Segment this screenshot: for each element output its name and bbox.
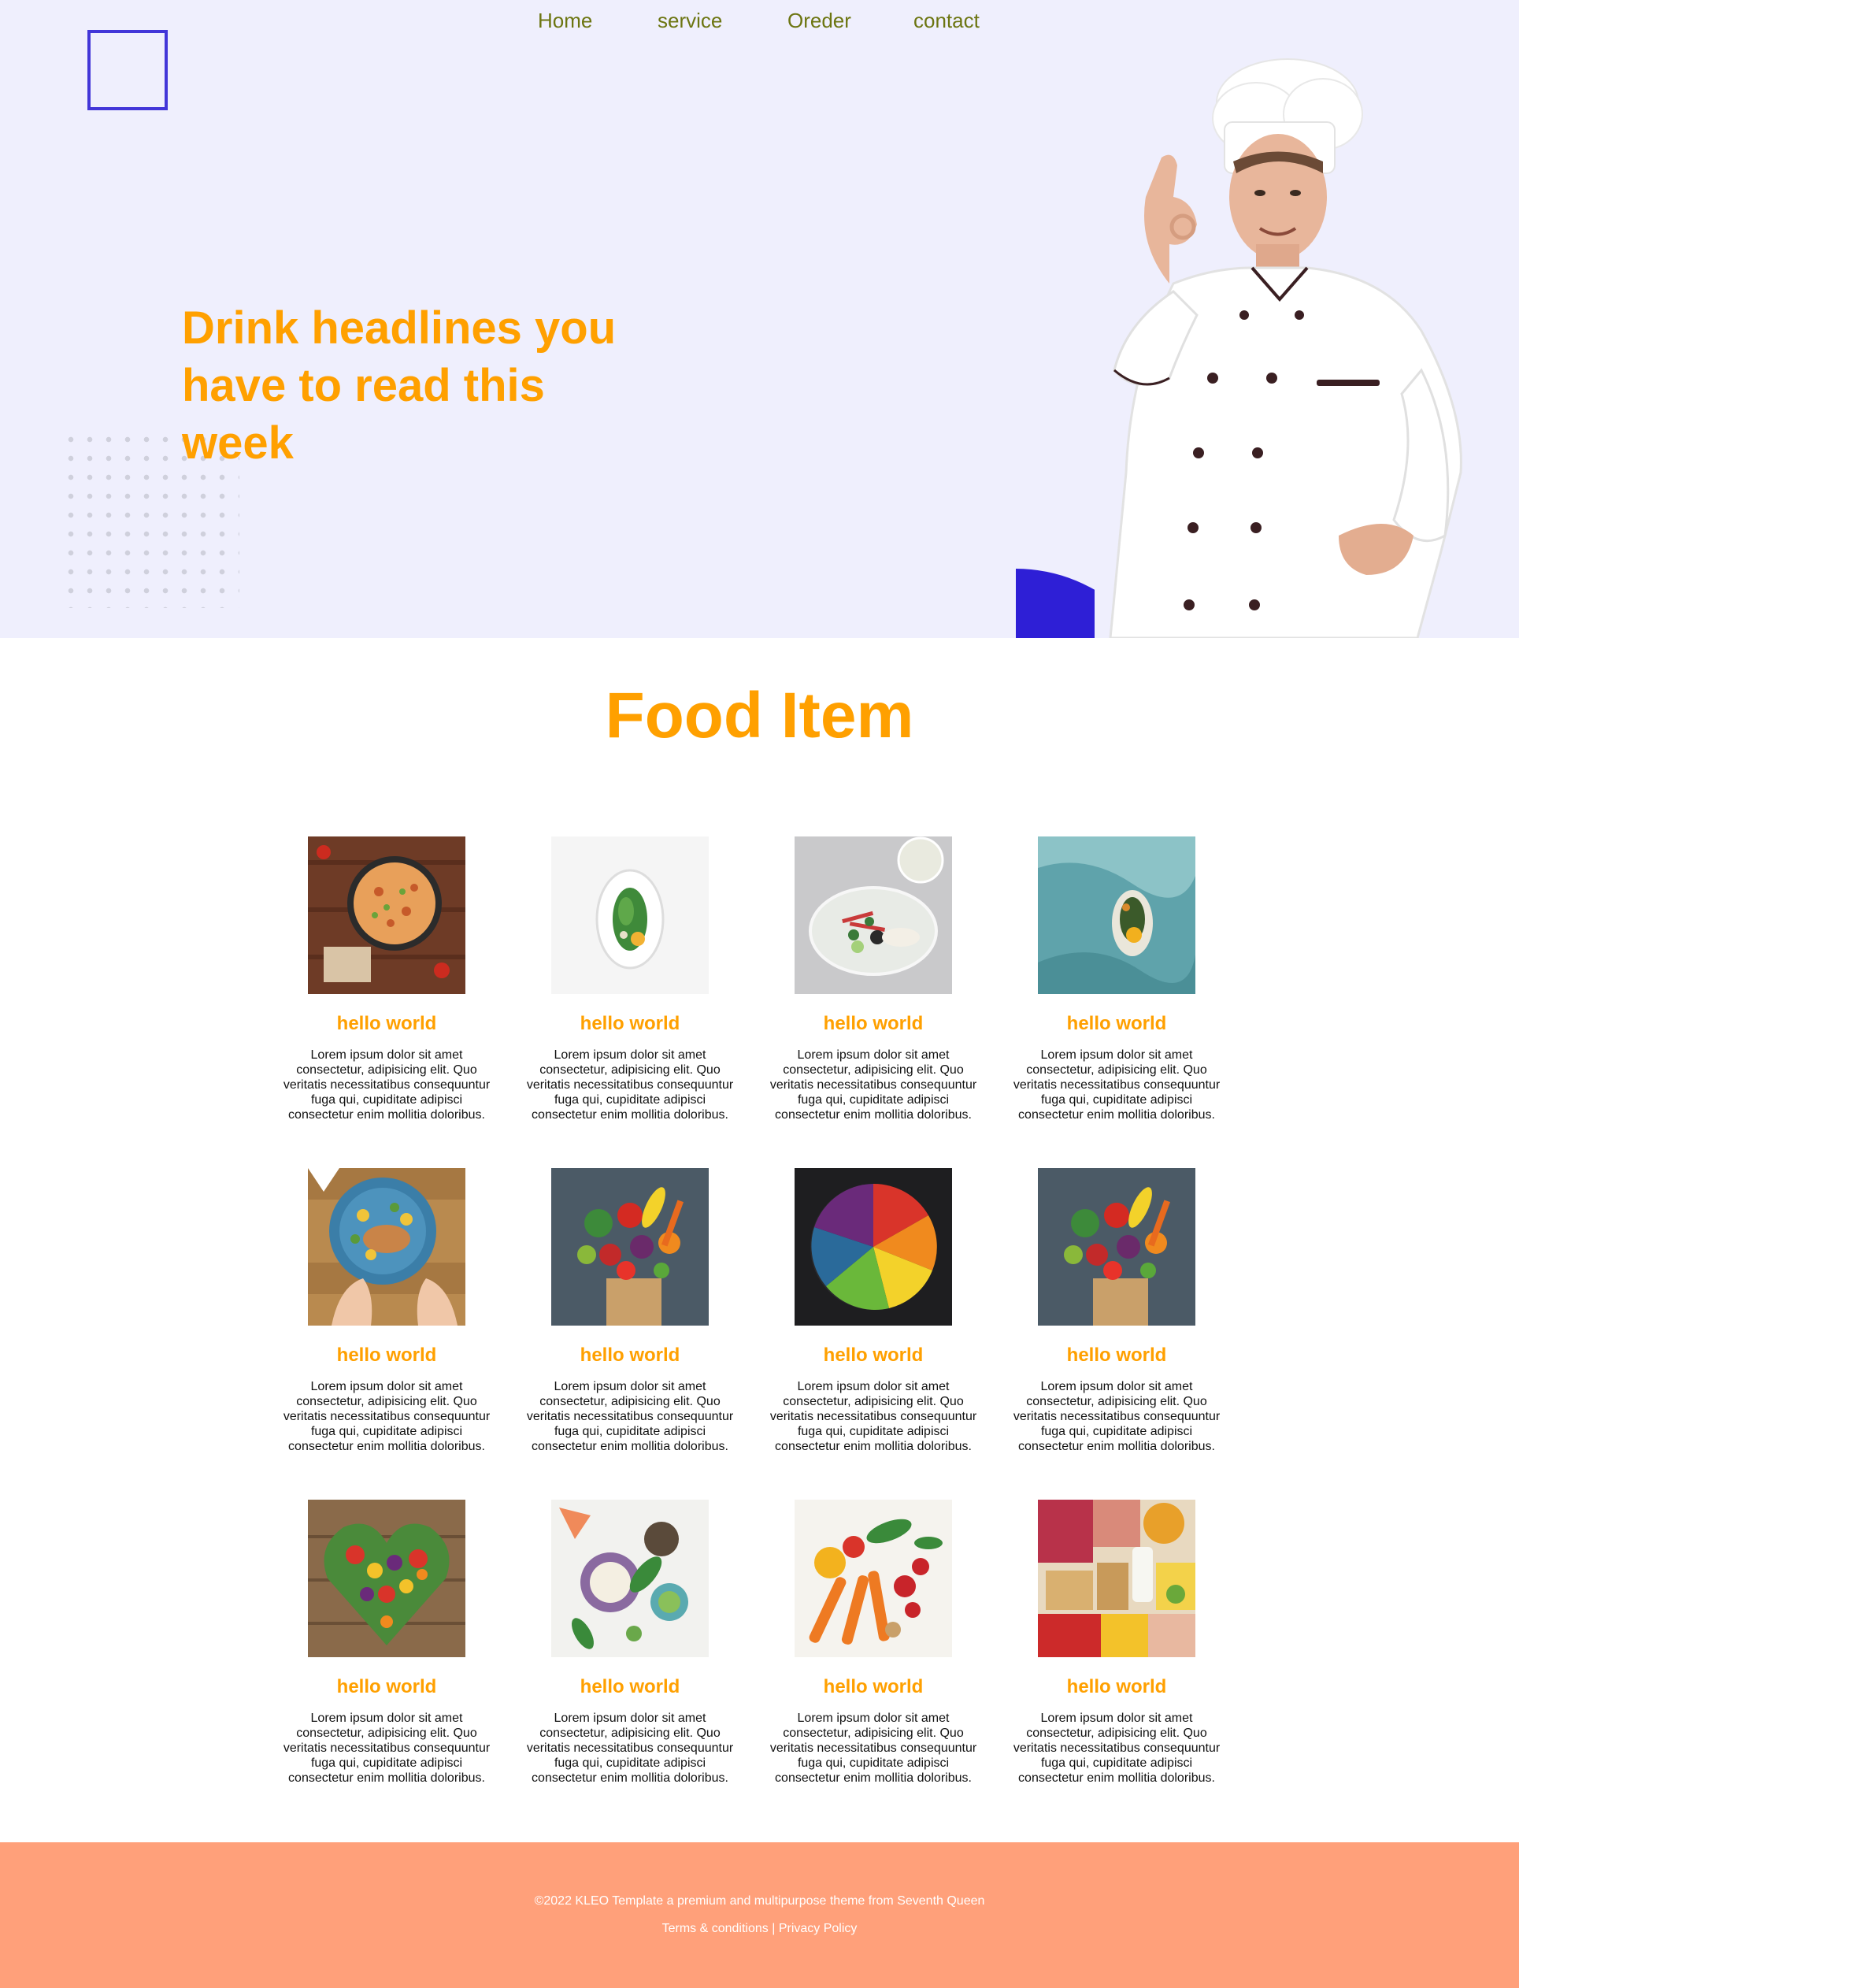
food-card-image [308,1500,465,1657]
food-card-image [551,836,709,994]
food-card-title: hello world [823,1676,924,1697]
food-card-image [308,836,465,994]
site-footer: ©2022 KLEO Template a premium and multip… [0,1842,1519,1988]
chef-illustration [1109,58,1462,638]
food-card-image [1038,1168,1195,1326]
food-card-image [1038,836,1195,994]
food-card-title: hello world [336,1013,437,1034]
food-card[interactable]: hello world Lorem ipsum dolor sit amet c… [767,1500,980,1786]
food-card-text: Lorem ipsum dolor sit amet consectetur, … [1013,1380,1221,1453]
food-card-text: Lorem ipsum dolor sit amet consectetur, … [283,1048,491,1122]
terms-link[interactable]: Terms & conditions [662,1922,769,1935]
food-card-title: hello world [1066,1013,1167,1034]
food-card-text: Lorem ipsum dolor sit amet consectetur, … [769,1712,977,1785]
nav-service-link[interactable]: service [658,5,722,36]
food-card[interactable]: hello world Lorem ipsum dolor sit amet c… [524,1168,736,1454]
food-card-text: Lorem ipsum dolor sit amet consectetur, … [283,1380,491,1453]
food-card-title: hello world [1066,1676,1167,1697]
food-card-text: Lorem ipsum dolor sit amet consectetur, … [1013,1048,1221,1122]
food-card-title: hello world [1066,1344,1167,1366]
food-card-title: hello world [580,1676,680,1697]
logo[interactable] [87,30,168,110]
food-card[interactable]: hello world Lorem ipsum dolor sit amet c… [1010,1168,1223,1454]
food-card-text: Lorem ipsum dolor sit amet consectetur, … [1013,1712,1221,1785]
food-card-title: hello world [823,1013,924,1034]
food-card-image [308,1168,465,1326]
food-card-image [795,836,952,994]
food-card-image [1038,1500,1195,1657]
food-card-image [551,1168,709,1326]
food-card-text: Lorem ipsum dolor sit amet consectetur, … [526,1048,734,1122]
food-card[interactable]: hello world Lorem ipsum dolor sit amet c… [524,1500,736,1786]
food-card-title: hello world [336,1676,437,1697]
food-section-title: Food Item [605,680,914,751]
food-card-title: hello world [336,1344,437,1366]
nav-home-link[interactable]: Home [538,5,592,36]
food-card-title: hello world [580,1013,680,1034]
food-card-text: Lorem ipsum dolor sit amet consectetur, … [769,1048,977,1122]
food-card-image [551,1500,709,1657]
food-card-title: hello world [823,1344,924,1366]
food-card[interactable]: hello world Lorem ipsum dolor sit amet c… [280,1500,493,1786]
hero-section: Home service Oreder contact Drink headli… [0,0,1519,638]
food-grid: hello world Lorem ipsum dolor sit amet c… [280,836,1288,1786]
food-card[interactable]: hello world Lorem ipsum dolor sit amet c… [280,836,493,1122]
food-card[interactable]: hello world Lorem ipsum dolor sit amet c… [1010,1500,1223,1786]
food-card-text: Lorem ipsum dolor sit amet consectetur, … [283,1712,491,1785]
footer-copyright: ©2022 KLEO Template a premium and multip… [534,1894,985,1908]
privacy-link[interactable]: Privacy Policy [779,1922,858,1935]
nav-order-link[interactable]: Oreder [787,5,851,36]
food-card[interactable]: hello world Lorem ipsum dolor sit amet c… [767,1168,980,1454]
food-card-image [795,1168,952,1326]
food-card-text: Lorem ipsum dolor sit amet consectetur, … [526,1712,734,1785]
food-card-text: Lorem ipsum dolor sit amet consectetur, … [769,1380,977,1453]
food-card-title: hello world [580,1344,680,1366]
food-card-text: Lorem ipsum dolor sit amet consectetur, … [526,1380,734,1453]
food-card[interactable]: hello world Lorem ipsum dolor sit amet c… [280,1168,493,1454]
nav-contact-link[interactable]: contact [913,5,980,36]
footer-links: Terms & conditions | Privacy Policy [0,1922,1519,1936]
hero-headline: Drink headlines you have to read this we… [182,302,617,469]
food-card[interactable]: hello world Lorem ipsum dolor sit amet c… [1010,836,1223,1122]
food-card-image [795,1500,952,1657]
footer-separator: | [768,1922,779,1935]
food-card[interactable]: hello world Lorem ipsum dolor sit amet c… [767,836,980,1122]
food-card[interactable]: hello world Lorem ipsum dolor sit amet c… [524,836,736,1122]
